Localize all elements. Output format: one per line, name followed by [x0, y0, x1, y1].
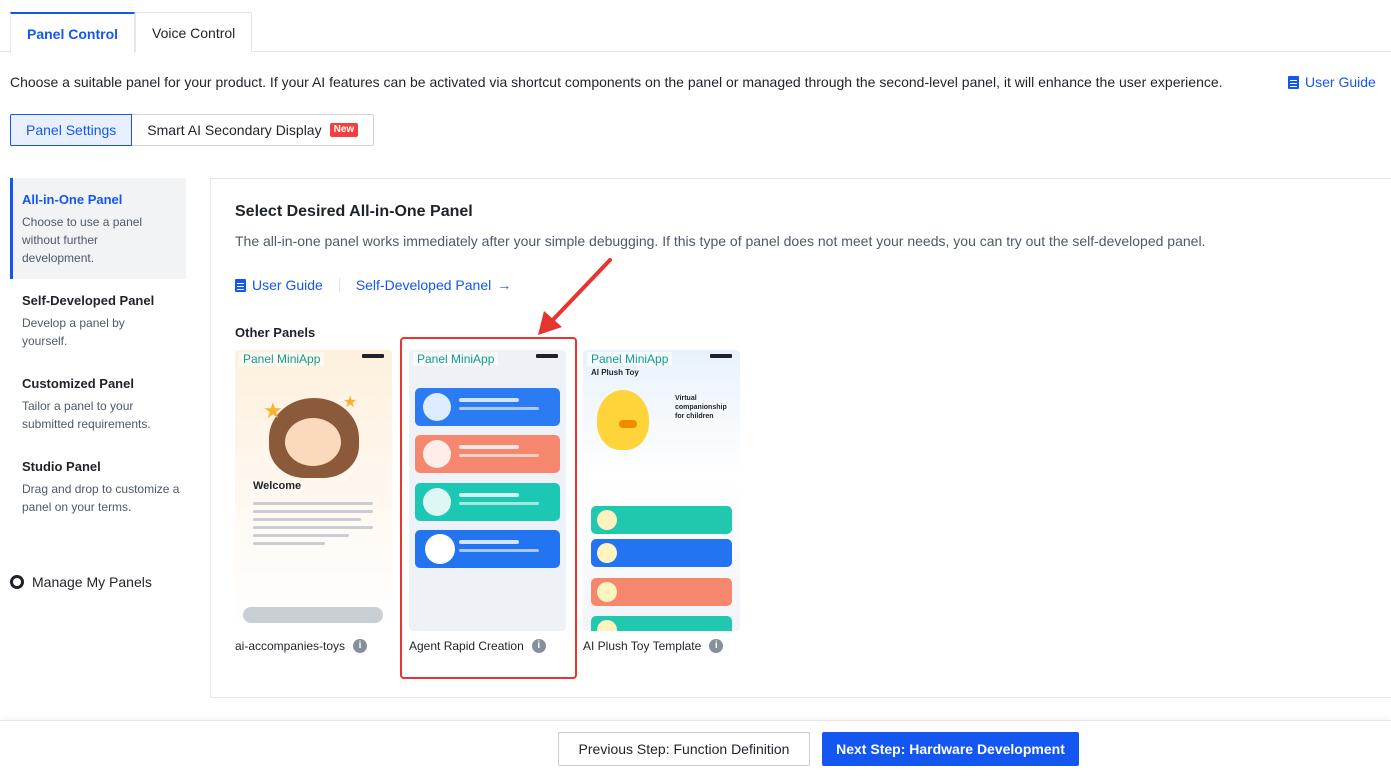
- sidebar-item-desc: Choose to use a panel without further de…: [22, 215, 143, 265]
- sidebar-item-customized[interactable]: Customized Panel Tailor a panel to your …: [10, 362, 186, 445]
- self-developed-panel-link[interactable]: Self-Developed Panel →: [356, 277, 511, 293]
- sidebar-item-title: Self-Developed Panel: [22, 293, 155, 308]
- panel-miniapp-badge: Panel MiniApp: [587, 352, 673, 366]
- content-user-guide-label: User Guide: [252, 277, 323, 293]
- star-icon: ★: [263, 398, 283, 423]
- panel-card-name: AI Plush Toy Template: [583, 639, 702, 653]
- status-bar-icon: [362, 354, 384, 358]
- sidebar-item-self-developed[interactable]: Self-Developed Panel Develop a panel by …: [10, 279, 186, 362]
- thumbnail-agent-row: [591, 616, 732, 631]
- sidebar-item-desc: Drag and drop to customize a panel on yo…: [22, 482, 180, 514]
- link-divider: [338, 278, 340, 292]
- sidebar-item-title: All-in-One Panel: [22, 192, 123, 207]
- document-icon: [1288, 75, 1299, 89]
- thumbnail-welcome-heading: Welcome: [253, 480, 302, 492]
- segment-smart-ai-secondary-display[interactable]: Smart AI Secondary Display New: [132, 114, 375, 146]
- panel-miniapp-badge: Panel MiniApp: [239, 352, 325, 366]
- tab-panel-control[interactable]: Panel Control: [10, 12, 136, 53]
- panel-card-label: ai-accompanies-toys i: [235, 639, 392, 653]
- panel-segment-control: Panel Settings Smart AI Secondary Displa…: [10, 114, 375, 146]
- manage-my-panels-label: Manage My Panels: [32, 574, 152, 590]
- sidebar-item-title: Studio Panel: [22, 459, 101, 474]
- panel-thumbnail: ★ ★ Welcome Panel MiniApp: [235, 350, 392, 631]
- thumbnail-subtitle: Virtual companionship for children: [675, 395, 727, 420]
- highlight-box: [400, 337, 577, 679]
- document-icon: [235, 278, 246, 292]
- step-footer: Previous Step: Function Definition Next …: [0, 720, 1391, 776]
- self-developed-panel-label: Self-Developed Panel: [355, 277, 492, 293]
- intro-text: Choose a suitable panel for your product…: [10, 74, 1223, 90]
- sidebar-item-studio[interactable]: Studio Panel Drag and drop to customize …: [10, 445, 186, 528]
- panel-card-label: AI Plush Toy Template i: [583, 639, 740, 653]
- segment-smart-ai-label: Smart AI Secondary Display: [147, 122, 322, 138]
- other-panels-heading: Other Panels: [235, 325, 316, 340]
- sidebar-item-desc: Develop a panel by yourself.: [22, 316, 125, 348]
- content-links: User Guide Self-Developed Panel →: [235, 277, 511, 293]
- intro-user-guide-label: User Guide: [1305, 74, 1376, 90]
- status-bar-icon: [710, 354, 732, 358]
- info-icon[interactable]: i: [709, 639, 724, 653]
- info-icon[interactable]: i: [353, 639, 368, 653]
- thumbnail-agent-row: [591, 539, 732, 567]
- new-badge: New: [329, 123, 359, 137]
- thumbnail-agent-row: [591, 506, 732, 534]
- thumbnail-agent-row: [591, 578, 732, 606]
- duck-beak-illustration: [619, 420, 637, 428]
- top-tab-bar: Panel Control Voice Control: [0, 0, 1391, 53]
- arrow-right-icon: →: [497, 277, 512, 293]
- red-arrow-icon: [538, 258, 612, 335]
- manage-my-panels-link[interactable]: Manage My Panels: [10, 574, 152, 590]
- thumbnail-text-lines: [253, 502, 373, 550]
- star-icon: ★: [343, 394, 358, 411]
- thumbnail-next-button: [243, 607, 383, 623]
- content-description: The all-in-one panel works immediately a…: [235, 233, 1206, 249]
- intro-user-guide-link[interactable]: User Guide: [1288, 74, 1376, 90]
- previous-step-button[interactable]: Previous Step: Function Definition: [558, 732, 810, 766]
- thumbnail-title: AI Plush Toy: [591, 368, 639, 377]
- panel-card-ai-plush-toy-template[interactable]: AI Plush Toy Virtual companionship for c…: [583, 350, 740, 653]
- panel-selection-area: Select Desired All-in-One Panel The all-…: [210, 178, 1391, 698]
- panel-card-ai-accompanies-toys[interactable]: ★ ★ Welcome Panel MiniApp ai-accompanies…: [235, 350, 392, 653]
- gear-icon: [10, 575, 24, 589]
- panel-card-name: ai-accompanies-toys: [235, 639, 346, 653]
- girl-face-illustration: [285, 418, 341, 466]
- segment-panel-settings-label: Panel Settings: [26, 122, 117, 138]
- panel-thumbnail: AI Plush Toy Virtual companionship for c…: [583, 350, 740, 631]
- sidebar-item-desc: Tailor a panel to your submitted require…: [22, 399, 151, 431]
- sidebar-item-all-in-one[interactable]: All-in-One Panel Choose to use a panel w…: [10, 178, 186, 279]
- panel-type-sidebar: All-in-One Panel Choose to use a panel w…: [10, 178, 186, 528]
- next-step-button[interactable]: Next Step: Hardware Development: [822, 732, 1079, 766]
- sidebar-item-title: Customized Panel: [22, 376, 134, 391]
- content-title: Select Desired All-in-One Panel: [235, 203, 473, 220]
- content-user-guide-link[interactable]: User Guide: [235, 277, 323, 293]
- tab-voice-control[interactable]: Voice Control: [135, 12, 253, 52]
- segment-panel-settings[interactable]: Panel Settings: [10, 114, 133, 146]
